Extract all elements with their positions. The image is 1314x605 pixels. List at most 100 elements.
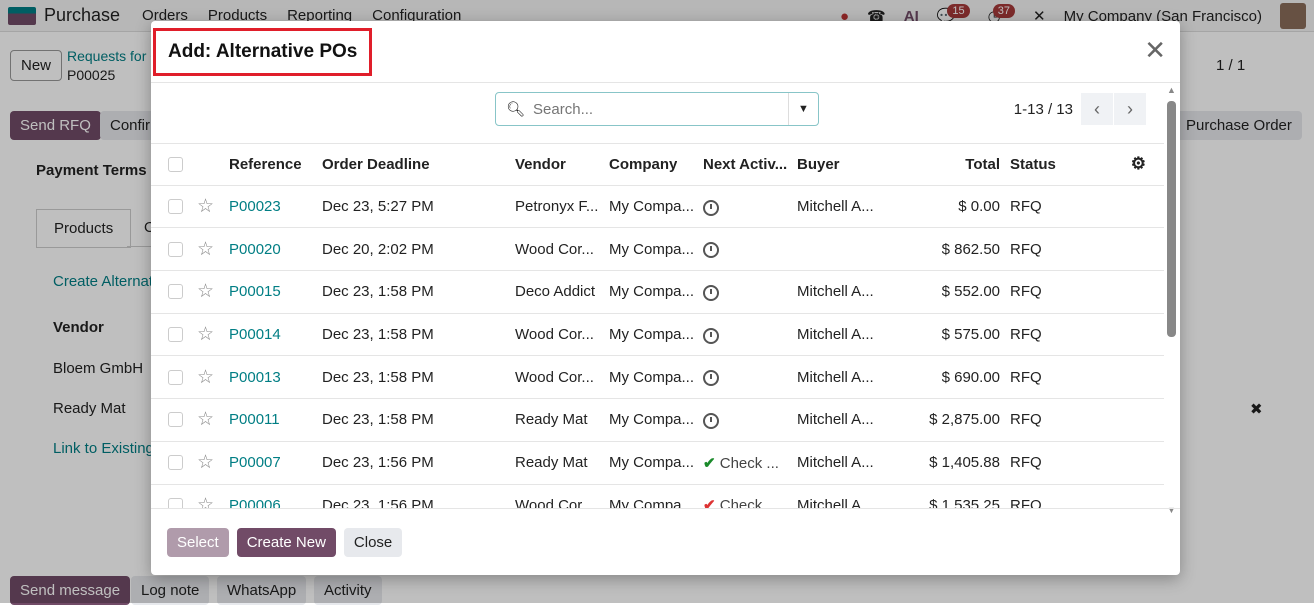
- star-icon[interactable]: ☆: [197, 195, 214, 218]
- status-cell: RFQ: [1010, 326, 1042, 344]
- col-order-deadline[interactable]: Order Deadline: [322, 156, 430, 173]
- table-row[interactable]: ☆ P00011 Dec 23, 1:58 PM Ready Mat My Compa.…: [151, 399, 1164, 442]
- col-buyer[interactable]: Buyer: [797, 156, 840, 173]
- deadline-cell: Dec 23, 1:58 PM: [322, 411, 434, 429]
- status-cell: RFQ: [1010, 411, 1042, 429]
- reference-cell[interactable]: P00020: [229, 241, 281, 258]
- pager-prev-button[interactable]: ‹: [1081, 93, 1114, 125]
- vendor-cell: Wood Cor...: [515, 326, 594, 344]
- row-checkbox[interactable]: [168, 455, 183, 471]
- company-cell: My Compa...: [609, 198, 695, 216]
- row-checkbox[interactable]: [168, 284, 183, 300]
- star-icon[interactable]: ☆: [197, 408, 214, 431]
- select-all-checkbox[interactable]: [168, 156, 183, 172]
- buyer-cell: Mitchell A...: [797, 326, 874, 344]
- star-icon[interactable]: ☆: [197, 494, 214, 508]
- activity-check-icon[interactable]: ✔: [703, 455, 716, 472]
- star-icon[interactable]: ☆: [197, 366, 214, 389]
- star-icon[interactable]: ☆: [197, 323, 214, 346]
- deadline-cell: Dec 23, 1:56 PM: [322, 496, 434, 508]
- activity-clock-icon[interactable]: [703, 412, 719, 429]
- col-vendor[interactable]: Vendor: [515, 156, 566, 173]
- col-company[interactable]: Company: [609, 156, 677, 173]
- table-row[interactable]: ☆ P00013 Dec 23, 1:58 PM Wood Cor... My Comp…: [151, 356, 1164, 400]
- star-icon[interactable]: ☆: [197, 280, 214, 303]
- reference-cell[interactable]: P00023: [229, 198, 281, 215]
- reference-cell[interactable]: P00013: [229, 369, 281, 386]
- company-cell: My Compa...: [609, 368, 695, 386]
- next-activity-cell[interactable]: [703, 282, 719, 302]
- col-status[interactable]: Status: [1010, 156, 1056, 173]
- search-input[interactable]: [533, 100, 784, 118]
- select-button[interactable]: Select: [167, 527, 229, 557]
- star-icon[interactable]: ☆: [197, 238, 214, 261]
- next-activity-cell[interactable]: [703, 325, 719, 345]
- col-reference[interactable]: Reference: [229, 156, 302, 173]
- row-checkbox[interactable]: [168, 497, 183, 508]
- close-icon[interactable]: ✕: [1144, 35, 1166, 66]
- table-row[interactable]: ☆ P00015 Dec 23, 1:58 PM Deco Addict My Comp…: [151, 271, 1164, 314]
- reference-cell[interactable]: P00015: [229, 283, 281, 300]
- col-next-activity[interactable]: Next Activ...: [703, 156, 787, 173]
- row-checkbox[interactable]: [168, 369, 183, 385]
- status-cell: RFQ: [1010, 454, 1042, 472]
- vendor-cell: Wood Cor...: [515, 240, 594, 258]
- search-options-dropdown-icon[interactable]: ▼: [788, 93, 818, 125]
- table-row[interactable]: ☆ P00020 Dec 20, 2:02 PM Wood Cor... My Comp…: [151, 228, 1164, 272]
- vendor-cell: Wood Cor...: [515, 368, 594, 386]
- table-row[interactable]: ☆ P00007 Dec 23, 1:56 PM Ready Mat My Compa.…: [151, 442, 1164, 485]
- reference-cell[interactable]: P00006: [229, 497, 281, 508]
- activity-text[interactable]: Check ...: [720, 455, 779, 472]
- search-icon: 🔍︎: [506, 101, 526, 118]
- deadline-cell: Dec 23, 1:58 PM: [322, 283, 434, 301]
- next-activity-cell[interactable]: ✔ Check ...: [703, 496, 779, 508]
- table-row[interactable]: ☆ P00014 Dec 23, 1:58 PM Wood Cor... My Comp…: [151, 314, 1164, 357]
- total-cell: $ 552.00: [941, 283, 1000, 301]
- next-activity-cell[interactable]: [703, 239, 719, 259]
- table-row[interactable]: ☆ P00023 Dec 23, 5:27 PM Petronyx F... My Co…: [151, 186, 1164, 229]
- deadline-cell: Dec 23, 1:56 PM: [322, 454, 434, 472]
- buyer-cell: Mitchell A...: [797, 496, 874, 508]
- activity-clock-icon[interactable]: [703, 327, 719, 344]
- deadline-cell: Dec 20, 2:02 PM: [322, 240, 434, 258]
- list-pager[interactable]: 1-13 / 13: [1014, 101, 1073, 118]
- total-cell: $ 575.00: [941, 326, 1000, 344]
- create-new-button[interactable]: Create New: [236, 527, 336, 557]
- row-checkbox[interactable]: [168, 199, 183, 215]
- activity-clock-icon[interactable]: [703, 242, 719, 259]
- reference-cell[interactable]: P00007: [229, 454, 281, 471]
- company-cell: My Compa...: [609, 326, 695, 344]
- table-row[interactable]: ☆ P00006 Dec 23, 1:56 PM Wood Cor... My Comp…: [151, 485, 1164, 508]
- activity-clock-icon[interactable]: [703, 199, 719, 216]
- status-cell: RFQ: [1010, 496, 1042, 508]
- pager-next-button[interactable]: ›: [1114, 93, 1147, 125]
- activity-clock-icon[interactable]: [703, 284, 719, 301]
- search-bar: 🔍︎ ▼: [495, 92, 819, 126]
- company-cell: My Compa...: [609, 411, 695, 429]
- reference-cell[interactable]: P00014: [229, 326, 281, 343]
- company-cell: My Compa...: [609, 454, 695, 472]
- row-checkbox[interactable]: [168, 412, 183, 428]
- close-button[interactable]: Close: [343, 527, 403, 557]
- total-cell: $ 0.00: [958, 198, 1000, 216]
- next-activity-cell[interactable]: ✔ Check ...: [703, 454, 779, 472]
- star-icon[interactable]: ☆: [197, 451, 214, 474]
- scroll-up-icon[interactable]: ▲: [1167, 85, 1176, 95]
- activity-clock-icon[interactable]: [703, 370, 719, 387]
- optional-columns-icon[interactable]: ⚙: [1131, 154, 1146, 174]
- activity-text[interactable]: Check ...: [720, 497, 779, 508]
- scrollbar-thumb[interactable]: [1167, 101, 1176, 337]
- col-total[interactable]: Total: [965, 156, 1000, 173]
- company-cell: My Compa...: [609, 283, 695, 301]
- scrollbar[interactable]: ▲ ▼: [1167, 85, 1176, 515]
- status-cell: RFQ: [1010, 198, 1042, 216]
- reference-cell[interactable]: P00011: [229, 411, 280, 428]
- next-activity-cell[interactable]: [703, 367, 719, 387]
- row-checkbox[interactable]: [168, 327, 183, 343]
- buyer-cell: Mitchell A...: [797, 454, 874, 472]
- next-activity-cell[interactable]: [703, 197, 719, 217]
- activity-check-icon[interactable]: ✔: [703, 497, 716, 508]
- next-activity-cell[interactable]: [703, 410, 719, 430]
- deadline-cell: Dec 23, 1:58 PM: [322, 326, 434, 344]
- row-checkbox[interactable]: [168, 241, 183, 257]
